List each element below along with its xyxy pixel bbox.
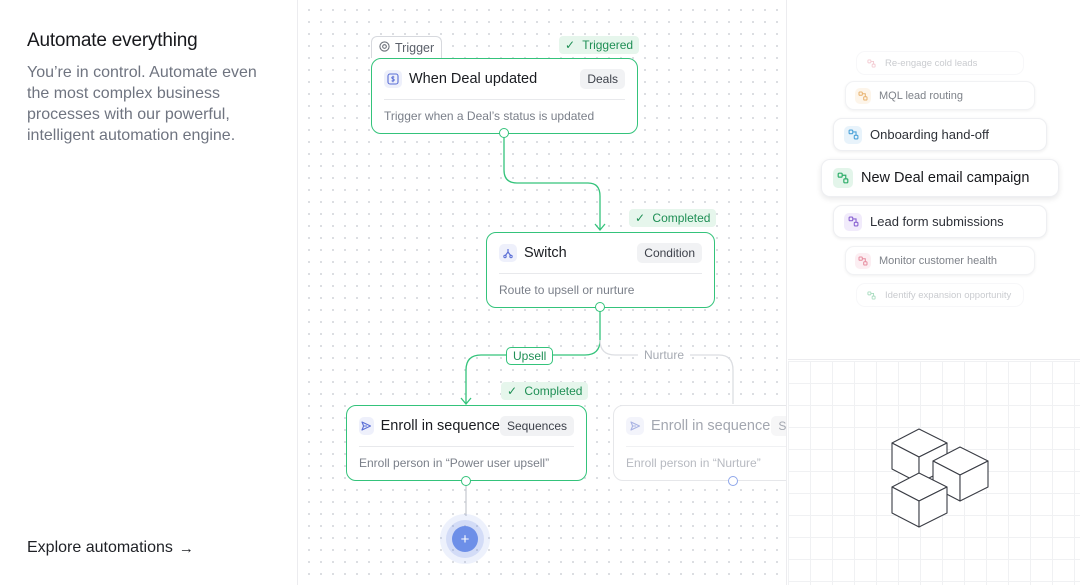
node-tag: Se [771, 416, 786, 436]
check-icon: ✓ [565, 38, 576, 52]
node-description: Enroll person in “Nurture” [626, 456, 761, 470]
automation-label: New Deal email campaign [861, 170, 1030, 186]
automation-item[interactable]: Monitor customer health [845, 246, 1035, 275]
workflow-icon [844, 212, 862, 231]
check-icon: ✓ [507, 384, 518, 398]
status-label: Completed [652, 211, 711, 225]
automation-label: Re-engage cold leads [885, 57, 978, 69]
automation-item[interactable]: Onboarding hand-off [833, 118, 1047, 151]
node-tag: Deals [580, 69, 625, 89]
workflow-icon [855, 87, 871, 104]
send-icon [626, 417, 644, 435]
automation-item[interactable]: Re-engage cold leads [856, 51, 1024, 75]
workflow-node-enroll-nurture[interactable]: Enroll in sequence Se Enroll person in “… [613, 405, 786, 481]
node-tag: Condition [637, 243, 702, 263]
status-badge: ✓ Completed [501, 382, 589, 400]
workflow-node-switch[interactable]: Switch Condition Route to upsell or nurt… [486, 232, 715, 308]
workflow-node-trigger[interactable]: When Deal updated Deals Trigger when a D… [371, 58, 638, 134]
plus-icon: + [452, 526, 478, 552]
automation-label: Lead form submissions [870, 214, 1004, 229]
output-port[interactable] [595, 302, 605, 312]
add-step-button[interactable]: + [440, 514, 490, 564]
node-title: Switch [524, 245, 567, 261]
automation-label: Monitor customer health [879, 254, 997, 267]
status-label: Triggered [582, 38, 634, 52]
explore-automations-link[interactable]: Explore automations → [27, 539, 194, 557]
intro-description: You’re in control. Automate even the mos… [27, 64, 257, 144]
automation-label: Onboarding hand-off [870, 127, 990, 142]
target-icon [379, 40, 390, 55]
workflow-icon [833, 168, 853, 188]
automation-item-active[interactable]: New Deal email campaign [821, 159, 1059, 197]
workflow-icon [865, 57, 877, 69]
switch-icon [499, 244, 517, 262]
automations-panel: Re-engage cold leads MQL lead routing On… [788, 0, 1080, 585]
node-title: When Deal updated [409, 71, 538, 87]
check-icon: ✓ [635, 211, 646, 225]
send-icon [359, 417, 374, 435]
automation-item[interactable]: Identify expansion opportunity [856, 283, 1024, 307]
node-tag: Sequences [499, 416, 574, 436]
automation-item[interactable]: MQL lead routing [845, 81, 1035, 110]
trigger-tab: Trigger [371, 36, 443, 58]
workflow-canvas[interactable]: Trigger ✓ Triggered When Deal updated De… [299, 0, 787, 585]
node-description: Enroll person in “Power user upsell” [359, 456, 550, 470]
automation-list: Re-engage cold leads MQL lead routing On… [788, 0, 1080, 360]
workflow-icon [865, 289, 877, 301]
automation-label: Identify expansion opportunity [885, 289, 1012, 301]
node-title: Enroll in sequence [380, 418, 500, 434]
automation-item[interactable]: Lead form submissions [833, 205, 1047, 238]
arrow-right-icon: → [178, 539, 194, 557]
output-port[interactable] [499, 128, 509, 138]
dollar-icon [384, 70, 402, 88]
node-title: Enroll in sequence [651, 418, 771, 434]
status-label: Completed [524, 384, 583, 398]
cubes-icon [891, 428, 989, 528]
workflow-icon [855, 252, 871, 269]
integration-grid [788, 361, 1080, 585]
automation-label: MQL lead routing [879, 89, 963, 102]
status-badge: ✓ Completed [629, 209, 717, 227]
workflow-node-enroll-upsell[interactable]: Enroll in sequence Sequences Enroll pers… [346, 405, 587, 481]
branch-label-nurture: Nurture [638, 347, 691, 363]
intro-panel: Automate everything You’re in control. A… [0, 0, 298, 585]
branch-label-upsell: Upsell [506, 347, 554, 365]
intro-title: Automate everything [27, 30, 198, 51]
workflow-icon [844, 125, 862, 144]
output-port[interactable] [728, 476, 738, 486]
status-badge: ✓ Triggered [559, 36, 640, 54]
trigger-tab-label: Trigger [395, 40, 435, 55]
explore-label: Explore automations [27, 539, 173, 556]
output-port[interactable] [461, 476, 471, 486]
